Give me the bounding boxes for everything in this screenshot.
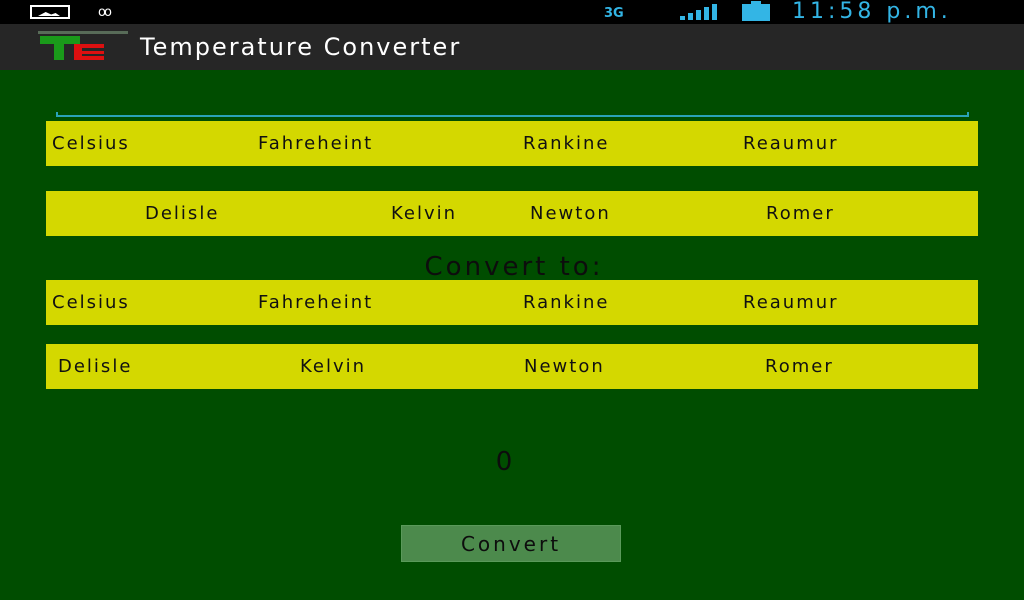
to-option-romer[interactable]: Romer <box>765 344 834 389</box>
picture-notification-icon <box>30 5 70 19</box>
to-option-newton[interactable]: Newton <box>524 344 605 389</box>
from-option-newton[interactable]: Newton <box>530 191 611 236</box>
convert-button[interactable]: Convert <box>401 525 621 562</box>
voicemail-icon: oo <box>98 5 112 20</box>
to-option-fahrenheit[interactable]: Fahreheint <box>258 280 373 325</box>
temperature-input[interactable] <box>56 112 969 117</box>
clock: 11:58 p.m. <box>792 0 952 24</box>
signal-icon <box>680 4 717 20</box>
from-option-fahrenheit[interactable]: Fahreheint <box>258 121 373 166</box>
from-option-reaumur[interactable]: Reaumur <box>743 121 839 166</box>
app-title: Temperature Converter <box>140 33 462 61</box>
from-option-celsius[interactable]: Celsius <box>52 121 130 166</box>
result-value: 0 <box>495 447 513 477</box>
to-option-celsius[interactable]: Celsius <box>52 280 130 325</box>
to-option-kelvin[interactable]: Kelvin <box>300 344 366 389</box>
status-bar: oo 3G 11:58 p.m. <box>0 0 1024 24</box>
battery-icon <box>742 1 770 21</box>
to-option-reaumur[interactable]: Reaumur <box>743 280 839 325</box>
from-option-kelvin[interactable]: Kelvin <box>391 191 457 236</box>
from-option-delisle[interactable]: Delisle <box>145 191 219 236</box>
from-option-rankine[interactable]: Rankine <box>523 121 609 166</box>
app-logo-icon <box>38 31 128 60</box>
from-option-romer[interactable]: Romer <box>766 191 835 236</box>
to-units-row-1: Celsius Fahreheint Rankine Reaumur <box>46 280 978 325</box>
from-units-row-1: Celsius Fahreheint Rankine Reaumur <box>46 121 978 166</box>
network-type: 3G <box>604 6 624 21</box>
to-option-delisle[interactable]: Delisle <box>58 344 132 389</box>
to-option-rankine[interactable]: Rankine <box>523 280 609 325</box>
convert-to-label: Convert to: <box>424 252 604 282</box>
from-units-row-2: Delisle Kelvin Newton Romer <box>46 191 978 236</box>
to-units-row-2: Delisle Kelvin Newton Romer <box>46 344 978 389</box>
